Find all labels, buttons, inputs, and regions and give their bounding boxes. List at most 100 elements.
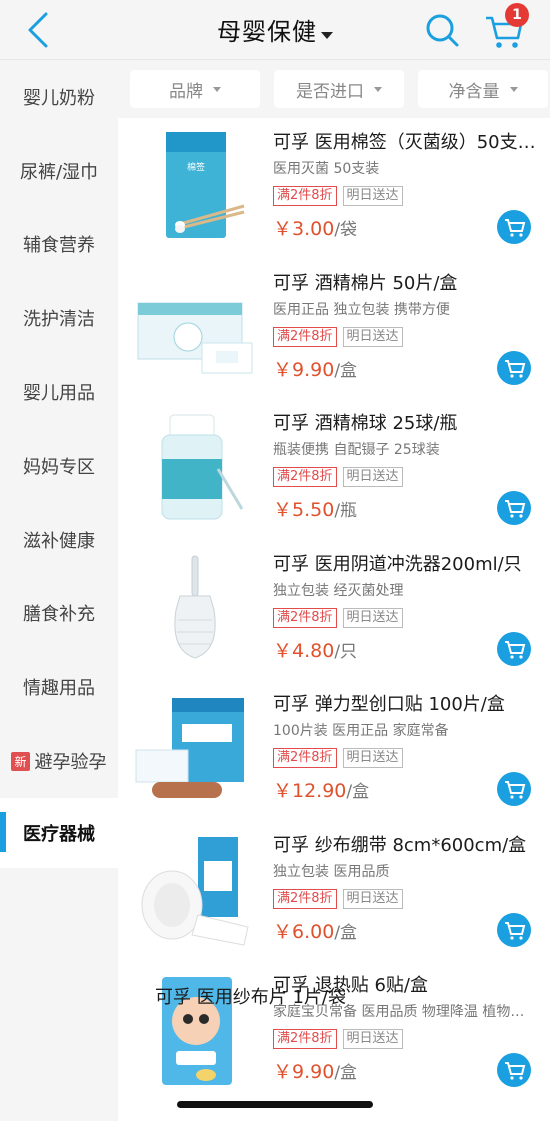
- filter-brand[interactable]: 品牌: [130, 70, 260, 108]
- filter-imported[interactable]: 是否进口: [274, 70, 404, 108]
- add-to-cart-button[interactable]: [497, 631, 531, 666]
- caret-down-icon: [321, 32, 333, 39]
- sidebar-item-contraception[interactable]: 新避孕验孕: [0, 724, 118, 798]
- product-title: 可孚 酒精棉片 50片/盒: [273, 272, 458, 294]
- caret-down-icon: [509, 86, 518, 92]
- home-indicator[interactable]: [177, 1101, 373, 1108]
- promo-tag: 满2件8折: [273, 748, 337, 768]
- filter-bar: 品牌 是否进口 净含量: [118, 60, 550, 118]
- price-value: ￥9.90: [273, 358, 335, 381]
- product-title: 可孚 酒精棉球 25球/瓶: [273, 413, 458, 434]
- price-unit: /盒: [334, 360, 358, 381]
- price-unit: /盒: [334, 1063, 358, 1083]
- cart-icon: [505, 219, 526, 237]
- price-value: ￥5.50: [273, 499, 335, 521]
- sidebar-item-label: 婴儿用品: [23, 383, 95, 405]
- delivery-tag: 明日送达: [342, 607, 403, 628]
- cart-icon: [505, 640, 526, 659]
- add-to-cart-button[interactable]: [497, 491, 531, 525]
- price-unit: /袋: [334, 220, 358, 240]
- product-price: ￥3.00/袋: [273, 214, 357, 241]
- price-unit: /只: [334, 641, 358, 662]
- product-title: 可孚 医用棉签（灭菌级）50支/袋: [273, 132, 538, 153]
- product-price: ￥6.00/盒: [273, 917, 357, 944]
- add-to-cart-button[interactable]: [497, 350, 531, 385]
- sidebar-item-diapers[interactable]: 尿裤/湿巾: [0, 134, 118, 208]
- promo-tag: 满2件8折: [273, 186, 337, 206]
- filter-net-content[interactable]: 净含量: [418, 70, 548, 108]
- price-value: ￥6.00: [273, 920, 335, 943]
- caret-down-icon: [374, 86, 382, 92]
- top-nav-bar: 母婴保健 1: [0, 0, 550, 60]
- price-value: ￥9.90: [273, 1061, 335, 1083]
- sidebar-item-label: 情趣用品: [23, 678, 95, 700]
- promo-tag: 满2件8折: [273, 607, 337, 628]
- product-list: 棉签 可孚 医用棉签（灭菌级）50支/袋 医用灭菌 50支装 满2件8折 明日送达…: [118, 118, 550, 1121]
- sidebar-item-dietary-supplements[interactable]: 膳食补充: [0, 577, 118, 651]
- cart-icon: [505, 781, 526, 799]
- delivery-tag: 明日送达: [342, 888, 403, 909]
- sidebar-item-complementary-food[interactable]: 辅食营养: [0, 208, 118, 282]
- add-to-cart-button[interactable]: [497, 772, 531, 806]
- delivery-tag: 明日送达: [342, 1029, 403, 1049]
- cart-icon: [505, 1062, 526, 1080]
- filter-label: 是否进口: [296, 81, 364, 102]
- product-item[interactable]: 棉签 可孚 医用棉签（灭菌级）50支/袋 医用灭菌 50支装 满2件8折 明日送达…: [118, 118, 550, 259]
- alcohol-ball-bottle-image: [161, 414, 244, 520]
- add-to-cart-button[interactable]: [497, 912, 531, 947]
- product-item[interactable]: 可孚 酒精棉球 25球/瓶 瓶装便携 自配镊子 25球装 满2件8折 明日送达 ￥…: [118, 399, 550, 540]
- sidebar-item-tonic-health[interactable]: 滋补健康: [0, 503, 118, 577]
- product-subtitle: 瓶装便携 自配镊子 25球装: [273, 442, 440, 458]
- douche-bottle-image: [174, 555, 216, 659]
- promo-tag: 满2件8折: [273, 326, 337, 347]
- price-unit: /盒: [346, 782, 370, 802]
- sidebar-item-label: 医疗器械: [23, 823, 95, 845]
- sidebar-item-adult-products[interactable]: 情趣用品: [0, 650, 118, 724]
- product-price: ￥4.80/只: [273, 636, 357, 663]
- price-value: ￥4.80: [273, 639, 335, 662]
- product-subtitle: 100片装 医用正品 家庭常备: [273, 723, 449, 739]
- page-title: 母婴保健: [217, 18, 317, 46]
- price-value: ￥12.90: [273, 780, 347, 802]
- sidebar-item-bath-care[interactable]: 洗护清洁: [0, 281, 118, 355]
- product-price: ￥12.90/盒: [273, 776, 369, 803]
- sidebar-item-mom-zone[interactable]: 妈妈专区: [0, 429, 118, 503]
- delivery-tag: 明日送达: [342, 748, 403, 768]
- promo-tag: 满2件8折: [273, 1029, 337, 1049]
- delivery-tag: 明日送达: [342, 326, 403, 347]
- product-item[interactable]: 可孚 弹力型创口贴 100片/盒 100片装 医用正品 家庭常备 满2件8折 明日…: [118, 680, 550, 821]
- product-item[interactable]: 可孚 酒精棉片 50片/盒 医用正品 独立包装 携带方便 满2件8折 明日送达 ￥…: [118, 259, 550, 400]
- partial-product-title: 可孚 医用纱布片 1片/袋: [155, 987, 346, 1008]
- sidebar-item-label: 辅食营养: [23, 235, 95, 257]
- gauze-roll-image: [141, 836, 249, 946]
- sidebar-item-label: 膳食补充: [23, 604, 95, 626]
- category-title-dropdown[interactable]: 母婴保健: [0, 12, 550, 47]
- sidebar-item-baby-goods[interactable]: 婴儿用品: [0, 355, 118, 429]
- alcohol-pad-box-image: [137, 302, 253, 373]
- product-subtitle: 独立包装 医用品质: [273, 863, 390, 880]
- sidebar-item-baby-formula[interactable]: 婴儿奶粉: [0, 60, 118, 134]
- sidebar-item-label: 尿裤/湿巾: [19, 161, 99, 183]
- product-item[interactable]: 可孚 医用阴道冲洗器200ml/只 独立包装 经灭菌处理 满2件8折 明日送达 ￥…: [118, 540, 550, 681]
- search-icon: [426, 14, 459, 47]
- sidebar-item-label: 避孕验孕: [34, 752, 107, 774]
- promo-tag: 满2件8折: [273, 467, 337, 487]
- search-button[interactable]: [422, 10, 462, 50]
- delivery-tag: 明日送达: [342, 186, 403, 206]
- product-price: ￥9.90/盒: [273, 1057, 357, 1084]
- add-to-cart-button[interactable]: [497, 1053, 531, 1087]
- bandage-box-image: [135, 698, 244, 798]
- product-item[interactable]: 可孚 纱布绷带 8cm*600cm/盒 独立包装 医用品质 满2件8折 明日送达 …: [118, 821, 550, 962]
- filter-label: 品牌: [169, 81, 203, 102]
- svg-text:棉签: 棉签: [187, 161, 205, 173]
- add-to-cart-button[interactable]: [497, 210, 531, 244]
- caret-down-icon: [213, 86, 221, 92]
- sidebar-item-medical-devices[interactable]: 医疗器械: [0, 797, 118, 868]
- product-subtitle: 医用正品 独立包装 携带方便: [273, 301, 450, 318]
- product-title: 可孚 弹力型创口贴 100片/盒: [273, 694, 505, 715]
- new-badge: 新: [11, 751, 30, 771]
- product-subtitle: 独立包装 经灭菌处理: [273, 582, 404, 599]
- cotton-swab-bag-image: 棉签: [166, 132, 245, 238]
- product-title: 可孚 纱布绷带 8cm*600cm/盒: [273, 834, 527, 856]
- delivery-tag: 明日送达: [342, 467, 403, 487]
